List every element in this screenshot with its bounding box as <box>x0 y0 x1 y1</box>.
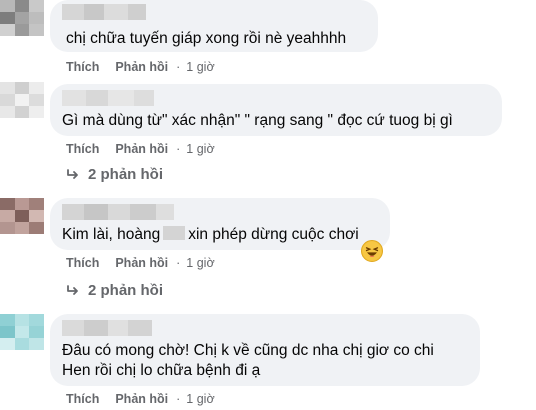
author-name-blurred[interactable] <box>62 204 174 220</box>
separator: · <box>176 392 181 406</box>
timestamp[interactable]: 1 giờ <box>186 60 214 74</box>
reply-button[interactable]: Phản hồi <box>115 60 168 74</box>
comment-actions: Thích Phản hồi · 1 giờ <box>66 60 215 74</box>
replies-count: 2 phản hồi <box>88 282 163 299</box>
timestamp[interactable]: 1 giờ <box>186 142 214 156</box>
comment-text: Kim lài, hoàng xin phép dừng cuộc chơi <box>62 224 359 246</box>
comment-text: Gì mà dùng từ" xác nhận" " rạng sang " đ… <box>62 112 453 129</box>
avatar[interactable] <box>0 198 44 234</box>
replies-count: 2 phản hồi <box>88 166 163 183</box>
comment-text: chị chữa tuyến giáp xong rồi nè yeahhhh <box>66 30 347 47</box>
comment-text-part: Kim lài, hoàng <box>62 226 161 243</box>
comment-actions: Thích Phản hồi · 1 giờ <box>66 392 215 406</box>
comment-actions: Thích Phản hồi · 1 giờ <box>66 142 215 156</box>
laughing-emoji-icon[interactable] <box>361 240 383 262</box>
avatar[interactable] <box>0 0 44 36</box>
comment-text-line-2: Hen rồi chị lo chữa bệnh đi ạ <box>62 362 261 379</box>
reply-arrow-icon <box>67 284 78 295</box>
comment-bubble: Gì mà dùng từ" xác nhận" " rạng sang " đ… <box>50 84 502 136</box>
author-name-blurred[interactable] <box>62 4 146 20</box>
author-name-blurred[interactable] <box>62 90 154 106</box>
timestamp[interactable]: 1 giờ <box>186 256 214 270</box>
censored-name <box>163 226 186 240</box>
like-button[interactable]: Thích <box>66 60 99 74</box>
separator: · <box>176 142 181 156</box>
comment-text-part: xin phép dừng cuộc chơi <box>188 226 359 243</box>
reply-button[interactable]: Phản hồi <box>115 392 168 406</box>
author-name-blurred[interactable] <box>62 320 152 336</box>
view-replies-button[interactable]: 2 phản hồi <box>66 166 163 183</box>
separator: · <box>176 256 181 270</box>
like-button[interactable]: Thích <box>66 142 99 156</box>
like-button[interactable]: Thích <box>66 256 99 270</box>
view-replies-button[interactable]: 2 phản hồi <box>66 282 163 299</box>
timestamp[interactable]: 1 giờ <box>186 392 214 406</box>
comment-bubble: Kim lài, hoàng xin phép dừng cuộc chơi <box>50 198 390 250</box>
reply-arrow-icon <box>67 168 78 179</box>
comment-bubble: Đâu có mong chờ! Chị k về cũng dc nha ch… <box>50 314 480 386</box>
avatar[interactable] <box>0 314 44 350</box>
avatar[interactable] <box>0 82 44 118</box>
like-button[interactable]: Thích <box>66 392 99 406</box>
comment-bubble: chị chữa tuyến giáp xong rồi nè yeahhhh <box>50 0 378 52</box>
comment-actions: Thích Phản hồi · 1 giờ <box>66 256 215 270</box>
reply-button[interactable]: Phản hồi <box>115 256 168 270</box>
reply-button[interactable]: Phản hồi <box>115 142 168 156</box>
separator: · <box>176 60 181 74</box>
comment-text-line-1: Đâu có mong chờ! Chị k về cũng dc nha ch… <box>62 342 434 359</box>
